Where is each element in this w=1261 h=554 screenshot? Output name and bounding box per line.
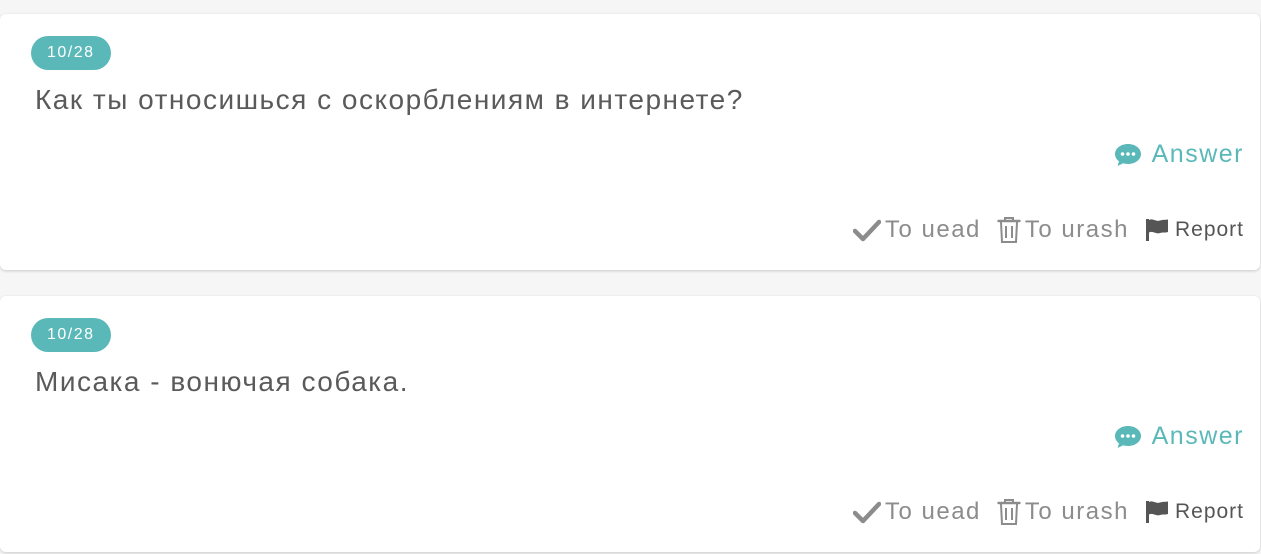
- trash-button[interactable]: To urash: [997, 498, 1129, 526]
- mark-read-button[interactable]: To uead: [853, 498, 981, 526]
- trash-icon: [997, 217, 1021, 243]
- mark-read-label: To uead: [885, 498, 981, 525]
- answer-button[interactable]: Answer: [1114, 140, 1244, 169]
- question-text: Мисака - вонючая собака.: [35, 366, 410, 397]
- mark-read-button[interactable]: To uead: [853, 216, 981, 244]
- report-label: Report: [1174, 218, 1244, 241]
- mark-read-label: To uead: [885, 216, 981, 243]
- report-button[interactable]: Report: [1145, 500, 1244, 524]
- answer-label: Answer: [1151, 140, 1244, 168]
- question-text: Как ты относишься с оскорблениям в интер…: [35, 84, 744, 115]
- question-feed: 10/28 Как ты относишься с оскорблениям в…: [0, 0, 1261, 554]
- report-label: Report: [1174, 500, 1244, 523]
- question-card: 10/28 Как ты относишься с оскорблениям в…: [0, 14, 1260, 270]
- action-bar: To uead To urash Report: [853, 216, 1244, 244]
- answer-button[interactable]: Answer: [1114, 422, 1244, 451]
- report-button[interactable]: Report: [1145, 218, 1244, 242]
- flag-icon: [1145, 501, 1168, 523]
- speech-bubble-icon: [1114, 425, 1141, 448]
- action-bar: To uead To urash Report: [853, 498, 1244, 526]
- answer-label: Answer: [1151, 422, 1244, 450]
- checkmark-icon: [853, 219, 881, 242]
- question-card: 10/28 Мисака - вонючая собака. Answer To…: [0, 296, 1260, 552]
- speech-bubble-icon: [1114, 143, 1141, 166]
- trash-icon: [997, 499, 1021, 525]
- trash-button[interactable]: To urash: [997, 216, 1129, 244]
- trash-label: To urash: [1024, 498, 1129, 525]
- checkmark-icon: [853, 501, 881, 524]
- flag-icon: [1145, 219, 1168, 241]
- date-badge: 10/28: [31, 318, 111, 352]
- trash-label: To urash: [1024, 216, 1129, 243]
- date-badge: 10/28: [31, 36, 111, 70]
